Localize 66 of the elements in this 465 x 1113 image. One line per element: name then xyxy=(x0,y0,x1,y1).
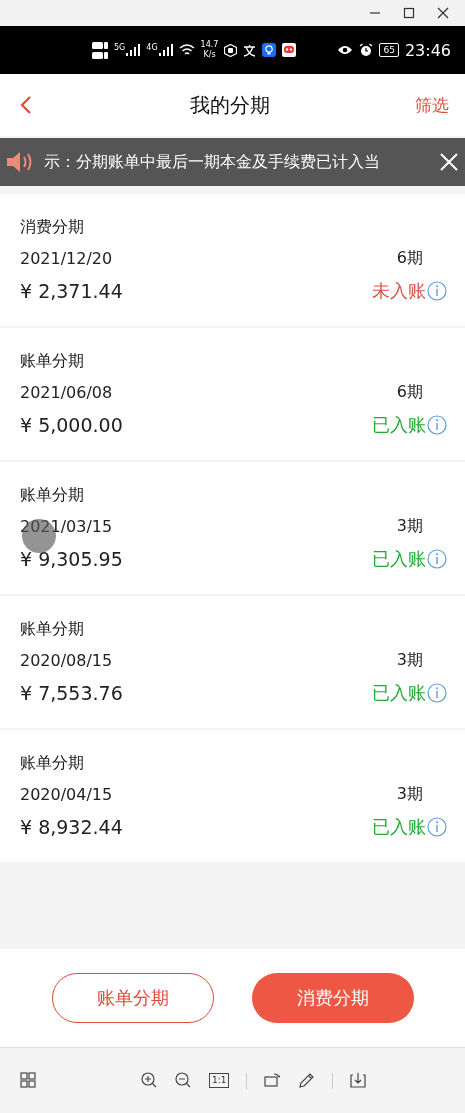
zoom-out-icon[interactable] xyxy=(175,1072,192,1089)
signal-icon xyxy=(158,44,173,56)
period-count: 6期 xyxy=(396,248,423,269)
sim-icon xyxy=(92,41,108,49)
installment-date: 2021/06/08 xyxy=(20,383,113,402)
actual-size-button[interactable]: 1:1 xyxy=(209,1073,230,1088)
hand-icon xyxy=(224,43,238,57)
installment-date: 2021/12/20 xyxy=(20,249,113,268)
maximize-icon[interactable] xyxy=(403,7,415,19)
info-icon[interactable] xyxy=(427,281,447,301)
installment-amount: ¥ 9,305.95 xyxy=(20,548,123,570)
installment-type: 账单分期 xyxy=(20,351,85,372)
installment-card[interactable]: 消费分期 2021/12/20 6期 ¥ 2,371.44 未入账 xyxy=(0,194,465,326)
installment-button[interactable]: 账单分期 xyxy=(51,973,214,1023)
installment-card[interactable]: 账单分期 2021/06/08 6期 ¥ 5,000.00 已入账 xyxy=(0,328,465,460)
period-count: 3期 xyxy=(396,650,423,671)
rotate-icon[interactable] xyxy=(264,1072,282,1089)
posting-status: 已入账 xyxy=(372,547,426,571)
download-icon[interactable] xyxy=(350,1072,368,1089)
alarm-icon xyxy=(359,43,374,57)
eye-icon xyxy=(337,45,354,55)
grid-icon[interactable] xyxy=(20,1072,37,1089)
period-count: 3期 xyxy=(396,784,423,805)
network-label: 4G xyxy=(146,44,158,52)
signal-icon xyxy=(126,44,141,56)
period-count: 3期 xyxy=(396,516,423,537)
robot-app-icon xyxy=(282,43,297,57)
info-icon[interactable] xyxy=(427,549,447,569)
installment-amount: ¥ 2,371.44 xyxy=(20,280,123,302)
installment-date: 2021/03/15 xyxy=(20,517,113,536)
installment-card[interactable]: 账单分期 2021/03/15 3期 ¥ 9,305.95 已入账 xyxy=(0,462,465,594)
bulb-app-icon xyxy=(262,43,277,57)
network-speed: 14.7 xyxy=(200,40,219,50)
info-icon[interactable] xyxy=(427,683,447,703)
back-icon[interactable] xyxy=(20,95,32,115)
installment-type: 账单分期 xyxy=(20,753,85,774)
clock-time: 23:46 xyxy=(404,40,451,60)
page-title: 我的分期 xyxy=(189,91,270,119)
installment-type: 账单分期 xyxy=(20,619,85,640)
zoom-in-icon[interactable] xyxy=(141,1072,158,1089)
wifi-icon xyxy=(178,44,195,56)
posting-status: 已入账 xyxy=(372,815,426,839)
installment-type: 消费分期 xyxy=(20,217,85,238)
posting-status: 已入账 xyxy=(372,413,426,437)
filter-link[interactable]: 筛选 xyxy=(415,93,449,117)
installment-date: 2020/04/15 xyxy=(20,785,113,804)
installment-card[interactable]: 账单分期 2020/04/15 3期 ¥ 8,932.44 已入账 xyxy=(0,730,465,862)
installment-amount: ¥ 7,553.76 xyxy=(20,682,123,704)
battery-indicator: 65 xyxy=(379,43,399,57)
network-label: 5G xyxy=(114,44,126,52)
installment-card[interactable]: 账单分期 2020/08/15 3期 ¥ 7,553.76 已入账 xyxy=(0,596,465,728)
installment-amount: ¥ 5,000.00 xyxy=(20,414,123,436)
posting-status: 已入账 xyxy=(372,681,426,705)
posting-status: 未入账 xyxy=(372,279,426,303)
pencil-icon[interactable] xyxy=(298,1072,316,1089)
translate-icon xyxy=(243,43,257,57)
installment-date: 2020/08/15 xyxy=(20,651,113,670)
close-icon[interactable] xyxy=(437,7,449,19)
period-count: 6期 xyxy=(396,382,423,403)
installment-amount: ¥ 8,932.44 xyxy=(20,816,123,838)
info-icon[interactable] xyxy=(427,415,447,435)
info-icon[interactable] xyxy=(427,817,447,837)
installment-type: 账单分期 xyxy=(20,485,85,506)
notice-text: 示：分期账单中最后一期本金及手续费已计入当 xyxy=(44,151,381,173)
speed-unit: K/s xyxy=(203,50,216,60)
sim-icon xyxy=(92,51,108,59)
